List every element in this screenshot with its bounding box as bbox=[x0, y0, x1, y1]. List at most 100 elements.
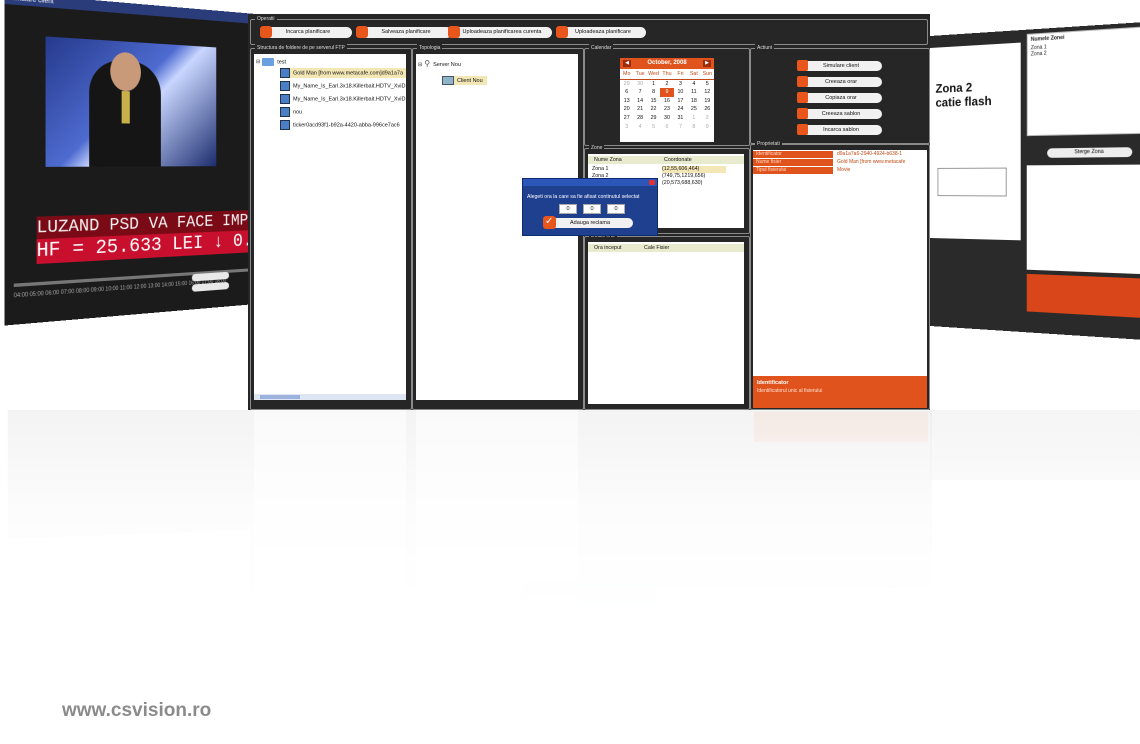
calendar-day[interactable]: 29 bbox=[620, 80, 633, 89]
calendar-day[interactable]: 3 bbox=[620, 123, 633, 132]
calendar-day[interactable]: 16 bbox=[660, 97, 673, 106]
upload-icon bbox=[556, 26, 568, 38]
simulate-client-button[interactable]: Simulare client bbox=[800, 61, 882, 71]
ftp-tree[interactable]: ⊟ test Gold Man [from www.metacafe.com]d9… bbox=[254, 54, 406, 400]
zone-row-coords[interactable]: (20,573,688,630) bbox=[662, 180, 702, 187]
calendar-day[interactable]: 4 bbox=[633, 123, 646, 132]
calendar-day[interactable]: 19 bbox=[701, 97, 714, 106]
create-template-button[interactable]: Creeaza sablon bbox=[800, 109, 882, 119]
calendar-day[interactable]: 9 bbox=[701, 123, 714, 132]
calendar-day[interactable]: 24 bbox=[674, 105, 687, 114]
tree-file-item[interactable]: My_Name_Is_Earl.3x18.Killerbait.HDTV_Xvi… bbox=[280, 81, 405, 91]
horizontal-scrollbar[interactable] bbox=[254, 394, 406, 400]
topology-client-node[interactable]: Client Nou bbox=[442, 76, 487, 85]
calendar-days-grid[interactable]: Mo Tue Wed Thu Fri Sat Sun 29 30 1 2 3 4 5 6 7 8 9 10 11 12 1… bbox=[620, 70, 714, 131]
calendar-day[interactable]: 29 bbox=[647, 114, 660, 123]
next-month-button[interactable]: ▶ bbox=[703, 60, 711, 67]
calendar-day[interactable]: 6 bbox=[620, 88, 633, 97]
calendar-day[interactable]: 23 bbox=[660, 105, 673, 114]
schedule-col-start: Ora inceput bbox=[594, 244, 621, 252]
calendar-day[interactable]: 26 bbox=[701, 105, 714, 114]
tree-file-item[interactable]: Gold Man [from www.metacafe.com]d9a1a7a bbox=[280, 68, 406, 78]
zone-properties-footer bbox=[1027, 274, 1140, 318]
tree-file-item[interactable]: nou bbox=[280, 107, 302, 117]
calendar-day-name: Wed bbox=[647, 70, 660, 80]
file-icon bbox=[280, 107, 290, 117]
calendar-day[interactable]: 17 bbox=[674, 97, 687, 106]
calendar-day[interactable]: 5 bbox=[701, 80, 714, 89]
calendar-day[interactable]: 7 bbox=[674, 123, 687, 132]
calendar-day[interactable]: 6 bbox=[660, 123, 673, 132]
calendar-day[interactable]: 21 bbox=[633, 105, 646, 114]
calendar-selected-day[interactable]: 9 bbox=[660, 88, 673, 97]
upload-schedule-button[interactable]: Uploadeaza planificare bbox=[560, 27, 646, 38]
month-calendar[interactable]: October, 2008 ◀ ▶ Mo Tue Wed Thu Fri Sat Sun 29… bbox=[620, 58, 714, 142]
upload-icon bbox=[448, 26, 460, 38]
upload-current-schedule-button[interactable]: Uploadeaza planificarea curenta bbox=[452, 27, 552, 38]
tree-file-item[interactable]: My_Name_Is_Earl.3x18.Killerbait.HDTV_Xvi… bbox=[280, 94, 405, 104]
save-schedule-button[interactable]: Salveaza planificare bbox=[360, 27, 452, 38]
calendar-day[interactable]: 10 bbox=[674, 88, 687, 97]
zone-row-coords[interactable]: (12,55,606,464) bbox=[662, 166, 726, 173]
calendar-day[interactable]: 25 bbox=[687, 105, 700, 114]
calendar-day[interactable]: 30 bbox=[660, 114, 673, 123]
zone-row-name[interactable]: Zona 1 bbox=[592, 166, 609, 173]
property-value[interactable]: d9a1a7a6-2940-4924-b638-1 bbox=[835, 151, 927, 158]
prev-month-button[interactable]: ◀ bbox=[623, 60, 631, 67]
close-icon[interactable] bbox=[649, 180, 655, 185]
collapse-icon[interactable]: ⊟ bbox=[418, 62, 422, 68]
load-schedule-button[interactable]: Incarca planificare bbox=[264, 27, 352, 38]
property-row[interactable]: Identificator d9a1a7a6-2940-4924-b638-1 bbox=[753, 151, 927, 158]
calendar-day[interactable]: 11 bbox=[687, 88, 700, 97]
schedule-details-grid[interactable]: Ora inceput Cale Fisier bbox=[588, 242, 744, 404]
hour-input[interactable]: 0 bbox=[559, 204, 577, 214]
tree-root-test[interactable]: ⊟ test bbox=[256, 58, 286, 66]
calendar-day[interactable]: 8 bbox=[687, 123, 700, 132]
calendar-day[interactable]: 2 bbox=[701, 114, 714, 123]
calendar-day-name: Fri bbox=[674, 70, 687, 80]
create-schedule-button[interactable]: Creeaza orar bbox=[800, 77, 882, 87]
topology-server-node[interactable]: ⊟ ⚲ Server Nou bbox=[418, 60, 461, 69]
properties-grid[interactable]: Identificator d9a1a7a6-2940-4924-b638-1 N… bbox=[753, 150, 927, 376]
minute-input[interactable]: 0 bbox=[583, 204, 601, 214]
calendar-day[interactable]: 7 bbox=[633, 88, 646, 97]
calendar-day[interactable]: 27 bbox=[620, 114, 633, 123]
zone-list[interactable]: Numele Zonei Zona 1 Zona 2 bbox=[1027, 26, 1140, 136]
calendar-day[interactable]: 1 bbox=[647, 80, 660, 89]
calendar-day[interactable]: 2 bbox=[660, 80, 673, 89]
collapse-icon[interactable]: ⊟ bbox=[256, 59, 260, 65]
zone-row-coords[interactable]: (749,75,1219,656) bbox=[662, 173, 705, 180]
calendar-day[interactable]: 4 bbox=[687, 80, 700, 89]
property-value[interactable]: Movie bbox=[835, 167, 927, 174]
calendar-day[interactable]: 12 bbox=[701, 88, 714, 97]
property-value[interactable]: Gold Man [from www.metacafe bbox=[835, 159, 927, 166]
calendar-day[interactable]: 1 bbox=[687, 114, 700, 123]
calendar-day[interactable]: 14 bbox=[633, 97, 646, 106]
tree-file-item[interactable]: ticker0acd93f1-b92a-4420-abba-996ce7ac6 bbox=[280, 120, 400, 130]
property-description-box: Identificator Identificatorul unic al fi… bbox=[753, 376, 927, 408]
add-ad-button[interactable]: ✓ Adauga reclama bbox=[547, 218, 633, 228]
calendar-day[interactable]: 22 bbox=[647, 105, 660, 114]
upload-schedule-label: Uploadeaza planificare bbox=[575, 29, 631, 35]
calendar-day[interactable]: 28 bbox=[633, 114, 646, 123]
calendar-day[interactable]: 8 bbox=[647, 88, 660, 97]
calendar-day[interactable]: 20 bbox=[620, 105, 633, 114]
calendar-day[interactable]: 15 bbox=[647, 97, 660, 106]
property-key: Identificator bbox=[753, 151, 833, 158]
load-template-button[interactable]: Incarca sablon bbox=[800, 125, 882, 135]
calendar-day[interactable]: 3 bbox=[674, 80, 687, 89]
calendar-day[interactable]: 5 bbox=[647, 123, 660, 132]
second-input[interactable]: 0 bbox=[607, 204, 625, 214]
property-row[interactable]: Tipul fisierului Movie bbox=[753, 167, 927, 174]
website-url[interactable]: www.csvision.ro bbox=[62, 700, 211, 722]
calendar-day[interactable]: 31 bbox=[674, 114, 687, 123]
calendar-day-name: Sun bbox=[701, 70, 714, 80]
scrollbar-thumb[interactable] bbox=[260, 395, 300, 399]
calendar-day[interactable]: 30 bbox=[633, 80, 646, 89]
property-row[interactable]: Nume fisier Gold Man [from www.metacafe bbox=[753, 159, 927, 166]
calendar-day[interactable]: 13 bbox=[620, 97, 633, 106]
copy-schedule-button[interactable]: Copiaza orar bbox=[800, 93, 882, 103]
delete-zone-button[interactable]: Sterge Zona bbox=[1047, 147, 1132, 158]
calendar-day[interactable]: 18 bbox=[687, 97, 700, 106]
topology-server-label: Server Nou bbox=[433, 62, 461, 68]
